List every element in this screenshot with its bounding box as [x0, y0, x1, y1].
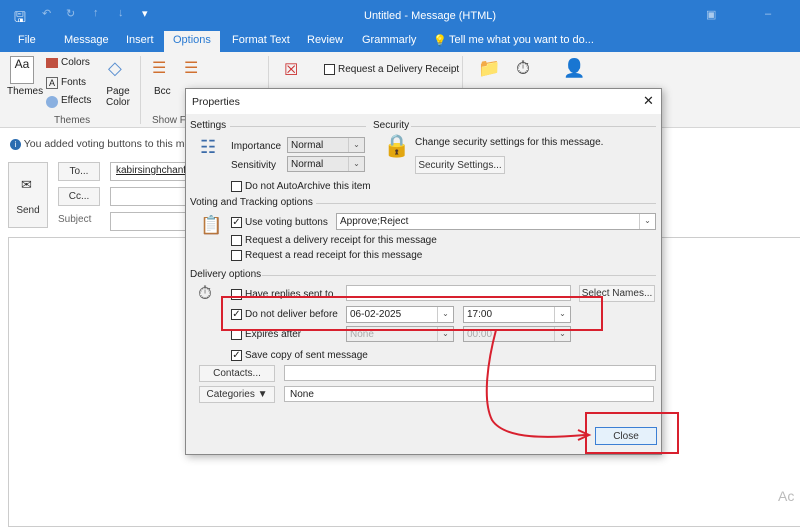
- annotation-arrow: [485, 329, 592, 441]
